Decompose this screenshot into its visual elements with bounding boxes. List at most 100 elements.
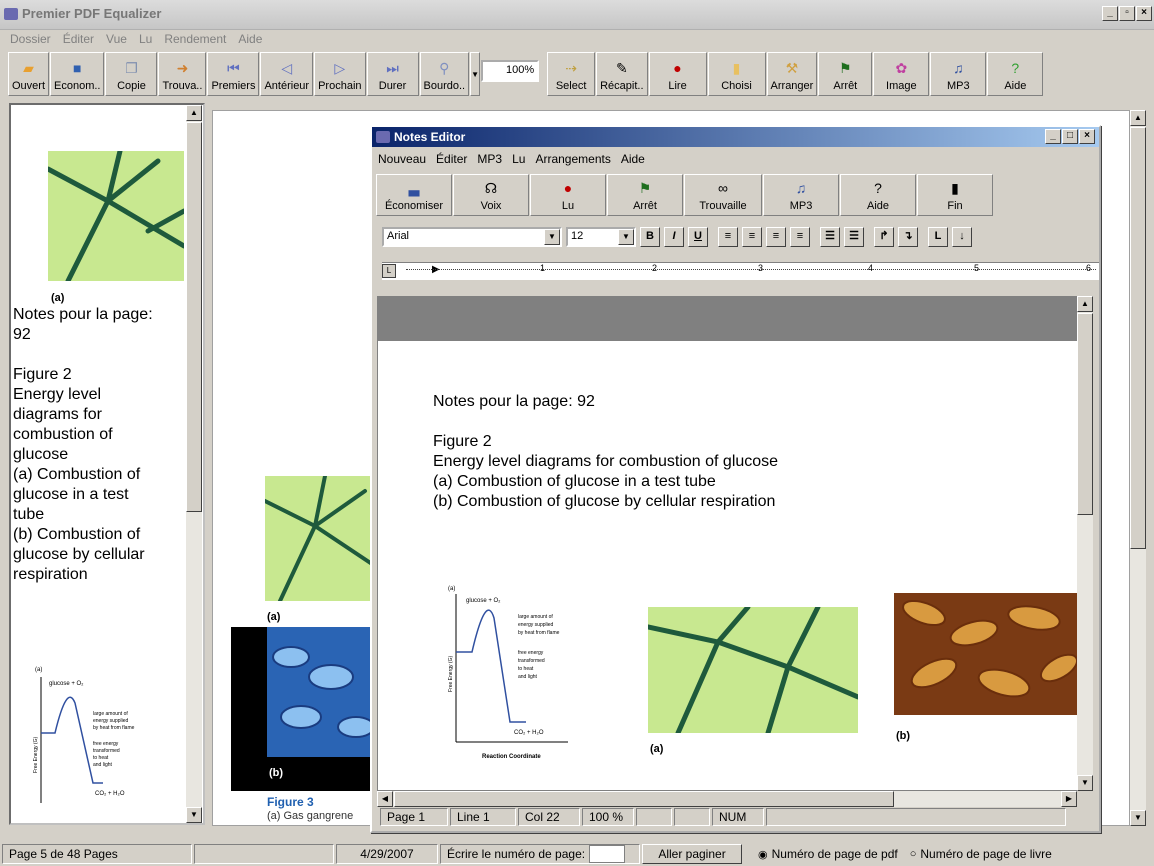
image-button[interactable]: ✿ Image: [873, 52, 930, 96]
restore-button[interactable]: ▫: [1119, 6, 1135, 21]
stop-button[interactable]: ⚑ Arrêt: [818, 52, 873, 96]
main-caption-b: (b): [269, 767, 284, 779]
zoom-dropdown[interactable]: ▼: [470, 52, 481, 96]
page-number-input[interactable]: [589, 845, 626, 863]
bullet-list-button[interactable]: ☰: [844, 227, 864, 247]
menu-lu[interactable]: Lu: [512, 152, 525, 166]
italic-button[interactable]: I: [664, 227, 684, 247]
scroll-up-button[interactable]: ▲: [1077, 296, 1093, 312]
save-button[interactable]: ■ Econom..: [50, 52, 105, 96]
scroll-up-button[interactable]: ▲: [1130, 110, 1146, 126]
go-to-page-button[interactable]: Aller paginer: [642, 844, 742, 864]
previous-icon: ◁: [281, 60, 293, 76]
justify-button[interactable]: ≡: [790, 227, 810, 247]
arrange-button[interactable]: ⚒ Arranger: [766, 52, 818, 96]
scroll-down-button[interactable]: ▼: [1077, 775, 1093, 791]
zoom-button[interactable]: ⚲ Bourdo..: [419, 52, 470, 96]
notes-save-button[interactable]: ▃ Économiser: [376, 174, 452, 216]
underline-button[interactable]: U: [688, 227, 708, 247]
down-arrow-button[interactable]: ↓: [952, 227, 972, 247]
radio-pdf-selected[interactable]: ◉: [758, 848, 768, 861]
tab-stop-button[interactable]: L: [928, 227, 948, 247]
menu-aide[interactable]: Aide: [621, 152, 645, 166]
scroll-left-button[interactable]: ◀: [377, 791, 393, 807]
menu-editer[interactable]: Éditer: [63, 32, 94, 50]
open-button[interactable]: ▰ Ouvert: [8, 52, 50, 96]
main-scrollbar[interactable]: ▲ ▼: [1130, 110, 1146, 826]
notes-hscrollbar[interactable]: ◀ ▶: [377, 791, 1077, 807]
close-button[interactable]: ×: [1136, 6, 1152, 21]
scroll-down-button[interactable]: ▼: [186, 807, 202, 823]
last-page-button[interactable]: ⏭ Durer: [366, 52, 419, 96]
notes-menu-bar: Nouveau Éditer MP3 Lu Arrangements Aide: [378, 152, 645, 166]
scroll-right-button[interactable]: ▶: [1061, 791, 1077, 807]
help-button[interactable]: ? Aide: [987, 52, 1044, 96]
help-icon: ?: [874, 180, 882, 196]
menu-editer[interactable]: Éditer: [436, 152, 467, 166]
notes-mp3-button[interactable]: ♫ MP3: [763, 174, 839, 216]
summary-button[interactable]: ✎ Récapit..: [596, 52, 648, 96]
minimize-button[interactable]: _: [1102, 6, 1118, 21]
select-button[interactable]: ⇢ Select: [547, 52, 596, 96]
notes-document[interactable]: Notes pour la page: 92 Figure 2 Energy l…: [377, 296, 1079, 791]
app-icon: [376, 131, 390, 143]
minimize-button[interactable]: _: [1045, 129, 1061, 144]
scroll-thumb[interactable]: [1077, 313, 1093, 515]
radio-book[interactable]: ○: [910, 848, 917, 860]
align-center-button[interactable]: ≡: [766, 227, 786, 247]
chevron-down-icon: ▼: [618, 229, 634, 245]
tab-type-icon[interactable]: L: [382, 264, 396, 278]
menu-rendement[interactable]: Rendement: [164, 32, 226, 50]
scroll-down-button[interactable]: ▼: [1130, 810, 1146, 826]
scroll-thumb[interactable]: [186, 122, 202, 512]
stop-icon: ⚑: [638, 180, 652, 196]
menu-mp3[interactable]: MP3: [477, 152, 502, 166]
notes-find-button[interactable]: ∞ Trouvaille: [684, 174, 762, 216]
close-button[interactable]: ×: [1079, 129, 1095, 144]
menu-nouveau[interactable]: Nouveau: [378, 152, 426, 166]
svg-text:Reaction Coordinate: Reaction Coordinate: [482, 754, 541, 760]
numbered-list-button[interactable]: ☰: [820, 227, 840, 247]
menu-arrangements[interactable]: Arrangements: [535, 152, 610, 166]
find-button[interactable]: ➜ Trouva..: [158, 52, 207, 96]
notes-stop-button[interactable]: ⚑ Arrêt: [607, 174, 683, 216]
first-page-button[interactable]: ⏮ Premiers: [207, 52, 260, 96]
svg-text:(a): (a): [448, 586, 455, 592]
choose-icon: ▮: [732, 60, 741, 76]
chevron-down-icon: ▼: [471, 70, 480, 79]
bacteria-image-a: [48, 151, 184, 281]
align-left-button[interactable]: ≡: [718, 227, 738, 247]
notes-help-button[interactable]: ? Aide: [840, 174, 916, 216]
indent-in-button[interactable]: ↱: [874, 227, 894, 247]
copy-button[interactable]: ❐ Copie: [105, 52, 158, 96]
menu-dossier[interactable]: Dossier: [10, 32, 51, 50]
mp3-button[interactable]: ♫ MP3: [930, 52, 987, 96]
indent-out-button[interactable]: ↴: [898, 227, 918, 247]
zoom-input[interactable]: 100%: [481, 60, 540, 82]
menu-vue[interactable]: Vue: [106, 32, 127, 50]
scroll-thumb[interactable]: [1130, 127, 1146, 549]
notes-vscrollbar[interactable]: ▲ ▼: [1077, 296, 1093, 791]
align-right-button[interactable]: ≡: [742, 227, 762, 247]
font-size-select[interactable]: 12 ▼: [566, 227, 636, 247]
scroll-up-button[interactable]: ▲: [186, 105, 202, 121]
document-header: [378, 297, 1078, 341]
bold-button[interactable]: B: [640, 227, 660, 247]
menu-lu[interactable]: Lu: [139, 32, 152, 50]
choose-button[interactable]: ▮ Choisi: [707, 52, 766, 96]
status-num: NUM: [712, 808, 764, 826]
read-button[interactable]: ● Lire: [648, 52, 707, 96]
voice-button[interactable]: ☊ Voix: [453, 174, 529, 216]
maximize-button[interactable]: □: [1062, 129, 1078, 144]
previous-button[interactable]: ◁ Antérieur: [260, 52, 314, 96]
notes-read-button[interactable]: ● Lu: [530, 174, 606, 216]
side-pane-scrollbar[interactable]: ▲ ▼: [186, 105, 202, 823]
scroll-thumb[interactable]: [394, 791, 894, 807]
font-select[interactable]: Arial ▼: [382, 227, 562, 247]
menu-aide[interactable]: Aide: [238, 32, 262, 50]
help-icon: ?: [1011, 60, 1020, 76]
next-button[interactable]: ▷ Prochain: [314, 52, 366, 96]
exit-button[interactable]: ▮ Fin: [917, 174, 993, 216]
svg-text:CO₂ + H₂O: CO₂ + H₂O: [95, 791, 125, 797]
notes-editor-window: Notes Editor _ □ × Nouveau Éditer MP3 Lu…: [370, 125, 1101, 833]
